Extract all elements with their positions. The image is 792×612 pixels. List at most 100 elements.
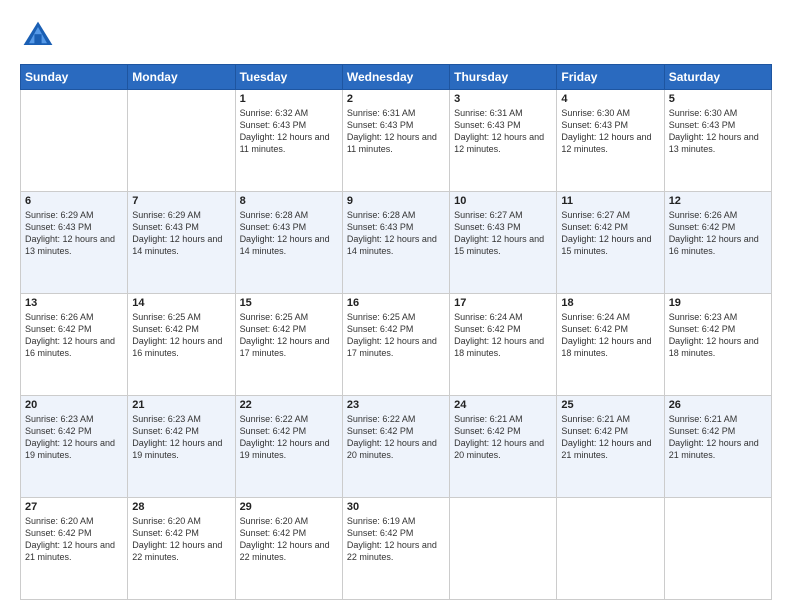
day-header-tuesday: Tuesday [235, 65, 342, 90]
calendar-cell: 5 Sunrise: 6:30 AM Sunset: 6:43 PM Daylig… [664, 90, 771, 192]
day-header-monday: Monday [128, 65, 235, 90]
day-number: 7 [132, 195, 230, 207]
cell-info: Sunrise: 6:23 AM Sunset: 6:42 PM Dayligh… [669, 311, 767, 360]
calendar-cell: 27 Sunrise: 6:20 AM Sunset: 6:42 PM Dayli… [21, 498, 128, 600]
cell-info: Sunrise: 6:20 AM Sunset: 6:42 PM Dayligh… [25, 515, 123, 564]
calendar-cell: 28 Sunrise: 6:20 AM Sunset: 6:42 PM Dayli… [128, 498, 235, 600]
calendar-cell: 22 Sunrise: 6:22 AM Sunset: 6:42 PM Dayli… [235, 396, 342, 498]
calendar-cell: 7 Sunrise: 6:29 AM Sunset: 6:43 PM Daylig… [128, 192, 235, 294]
cell-info: Sunrise: 6:21 AM Sunset: 6:42 PM Dayligh… [669, 413, 767, 462]
day-number: 14 [132, 297, 230, 309]
day-number: 19 [669, 297, 767, 309]
day-header-thursday: Thursday [450, 65, 557, 90]
calendar-cell: 25 Sunrise: 6:21 AM Sunset: 6:42 PM Dayli… [557, 396, 664, 498]
cell-info: Sunrise: 6:20 AM Sunset: 6:42 PM Dayligh… [132, 515, 230, 564]
cell-info: Sunrise: 6:26 AM Sunset: 6:42 PM Dayligh… [25, 311, 123, 360]
day-number: 9 [347, 195, 445, 207]
cell-info: Sunrise: 6:22 AM Sunset: 6:42 PM Dayligh… [240, 413, 338, 462]
cell-info: Sunrise: 6:26 AM Sunset: 6:42 PM Dayligh… [669, 209, 767, 258]
cell-info: Sunrise: 6:28 AM Sunset: 6:43 PM Dayligh… [347, 209, 445, 258]
day-number: 29 [240, 501, 338, 513]
cell-info: Sunrise: 6:25 AM Sunset: 6:42 PM Dayligh… [240, 311, 338, 360]
calendar-cell: 19 Sunrise: 6:23 AM Sunset: 6:42 PM Dayli… [664, 294, 771, 396]
cell-info: Sunrise: 6:30 AM Sunset: 6:43 PM Dayligh… [669, 107, 767, 156]
cell-info: Sunrise: 6:21 AM Sunset: 6:42 PM Dayligh… [561, 413, 659, 462]
day-number: 28 [132, 501, 230, 513]
calendar-cell: 9 Sunrise: 6:28 AM Sunset: 6:43 PM Daylig… [342, 192, 449, 294]
day-number: 4 [561, 93, 659, 105]
day-number: 23 [347, 399, 445, 411]
calendar-cell: 21 Sunrise: 6:23 AM Sunset: 6:42 PM Dayli… [128, 396, 235, 498]
day-number: 24 [454, 399, 552, 411]
cell-info: Sunrise: 6:29 AM Sunset: 6:43 PM Dayligh… [132, 209, 230, 258]
day-number: 11 [561, 195, 659, 207]
calendar-cell: 6Sunrise: 6:29 AM Sunset: 6:43 PM Daylig… [21, 192, 128, 294]
calendar-cell: 11 Sunrise: 6:27 AM Sunset: 6:42 PM Dayli… [557, 192, 664, 294]
header [20, 18, 772, 54]
calendar-cell [664, 498, 771, 600]
cell-info: Sunrise: 6:29 AM Sunset: 6:43 PM Dayligh… [25, 209, 123, 258]
calendar-cell: 18 Sunrise: 6:24 AM Sunset: 6:42 PM Dayli… [557, 294, 664, 396]
cell-info: Sunrise: 6:23 AM Sunset: 6:42 PM Dayligh… [25, 413, 123, 462]
cell-info: Sunrise: 6:23 AM Sunset: 6:42 PM Dayligh… [132, 413, 230, 462]
day-header-friday: Friday [557, 65, 664, 90]
calendar-cell: 2 Sunrise: 6:31 AM Sunset: 6:43 PM Daylig… [342, 90, 449, 192]
day-number: 1 [240, 93, 338, 105]
day-number: 27 [25, 501, 123, 513]
day-number: 18 [561, 297, 659, 309]
cell-info: Sunrise: 6:28 AM Sunset: 6:43 PM Dayligh… [240, 209, 338, 258]
calendar-cell: 23 Sunrise: 6:22 AM Sunset: 6:42 PM Dayli… [342, 396, 449, 498]
day-number: 2 [347, 93, 445, 105]
day-number: 13 [25, 297, 123, 309]
day-number: 26 [669, 399, 767, 411]
calendar-cell [557, 498, 664, 600]
calendar-header-row: SundayMondayTuesdayWednesdayThursdayFrid… [21, 65, 772, 90]
calendar-cell: 20 Sunrise: 6:23 AM Sunset: 6:42 PM Dayli… [21, 396, 128, 498]
day-number: 22 [240, 399, 338, 411]
day-number: 15 [240, 297, 338, 309]
day-header-sunday: Sunday [21, 65, 128, 90]
calendar-cell: 29 Sunrise: 6:20 AM Sunset: 6:42 PM Dayli… [235, 498, 342, 600]
day-number: 16 [347, 297, 445, 309]
cell-info: Sunrise: 6:25 AM Sunset: 6:42 PM Dayligh… [347, 311, 445, 360]
cell-info: Sunrise: 6:27 AM Sunset: 6:42 PM Dayligh… [561, 209, 659, 258]
week-row-5: 27 Sunrise: 6:20 AM Sunset: 6:42 PM Dayli… [21, 498, 772, 600]
day-number: 5 [669, 93, 767, 105]
cell-info: Sunrise: 6:19 AM Sunset: 6:42 PM Dayligh… [347, 515, 445, 564]
calendar-cell: 26 Sunrise: 6:21 AM Sunset: 6:42 PM Dayli… [664, 396, 771, 498]
page: SundayMondayTuesdayWednesdayThursdayFrid… [0, 0, 792, 612]
logo [20, 18, 60, 54]
week-row-3: 13 Sunrise: 6:26 AM Sunset: 6:42 PM Dayli… [21, 294, 772, 396]
calendar-cell: 14Sunrise: 6:25 AM Sunset: 6:42 PM Dayli… [128, 294, 235, 396]
week-row-4: 20 Sunrise: 6:23 AM Sunset: 6:42 PM Dayli… [21, 396, 772, 498]
cell-info: Sunrise: 6:31 AM Sunset: 6:43 PM Dayligh… [454, 107, 552, 156]
calendar-cell: 4 Sunrise: 6:30 AM Sunset: 6:43 PM Daylig… [557, 90, 664, 192]
day-header-wednesday: Wednesday [342, 65, 449, 90]
calendar-cell: 24Sunrise: 6:21 AM Sunset: 6:42 PM Dayli… [450, 396, 557, 498]
calendar-cell [21, 90, 128, 192]
calendar-cell: 16 Sunrise: 6:25 AM Sunset: 6:42 PM Dayli… [342, 294, 449, 396]
day-number: 25 [561, 399, 659, 411]
day-number: 12 [669, 195, 767, 207]
cell-info: Sunrise: 6:30 AM Sunset: 6:43 PM Dayligh… [561, 107, 659, 156]
cell-info: Sunrise: 6:27 AM Sunset: 6:43 PM Dayligh… [454, 209, 552, 258]
day-number: 20 [25, 399, 123, 411]
day-number: 10 [454, 195, 552, 207]
cell-info: Sunrise: 6:24 AM Sunset: 6:42 PM Dayligh… [561, 311, 659, 360]
calendar-cell: 15 Sunrise: 6:25 AM Sunset: 6:42 PM Dayli… [235, 294, 342, 396]
day-header-saturday: Saturday [664, 65, 771, 90]
calendar-cell: 8 Sunrise: 6:28 AM Sunset: 6:43 PM Daylig… [235, 192, 342, 294]
cell-info: Sunrise: 6:22 AM Sunset: 6:42 PM Dayligh… [347, 413, 445, 462]
calendar-cell [128, 90, 235, 192]
logo-icon [20, 18, 56, 54]
cell-info: Sunrise: 6:31 AM Sunset: 6:43 PM Dayligh… [347, 107, 445, 156]
calendar-cell [450, 498, 557, 600]
week-row-2: 6Sunrise: 6:29 AM Sunset: 6:43 PM Daylig… [21, 192, 772, 294]
day-number: 8 [240, 195, 338, 207]
day-number: 21 [132, 399, 230, 411]
calendar-cell: 17Sunrise: 6:24 AM Sunset: 6:42 PM Dayli… [450, 294, 557, 396]
calendar-cell: 1Sunrise: 6:32 AM Sunset: 6:43 PM Daylig… [235, 90, 342, 192]
week-row-1: 1Sunrise: 6:32 AM Sunset: 6:43 PM Daylig… [21, 90, 772, 192]
cell-info: Sunrise: 6:20 AM Sunset: 6:42 PM Dayligh… [240, 515, 338, 564]
calendar-cell: 10 Sunrise: 6:27 AM Sunset: 6:43 PM Dayli… [450, 192, 557, 294]
